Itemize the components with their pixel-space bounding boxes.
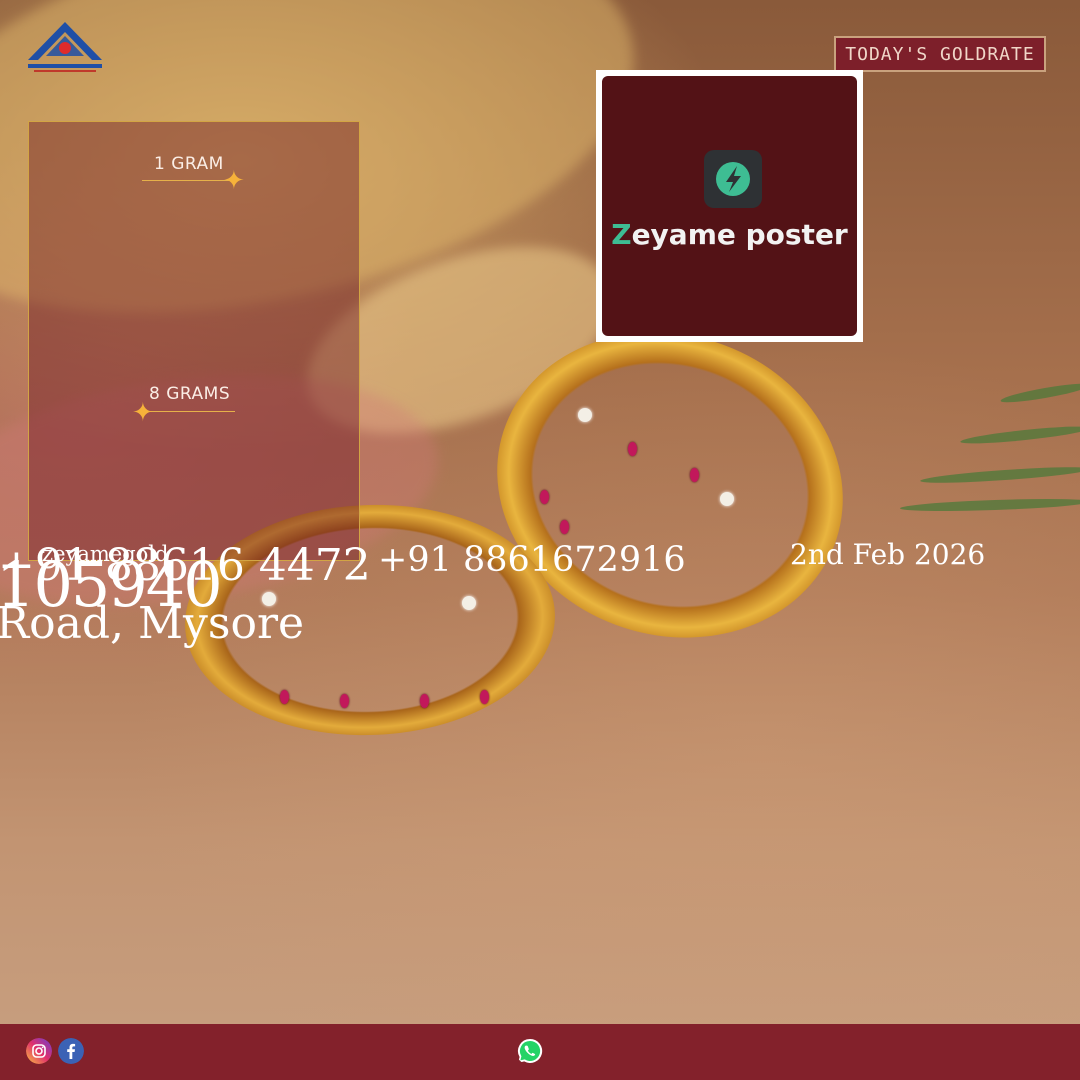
instagram-icon[interactable]: [26, 1038, 52, 1064]
ruby: [540, 490, 549, 504]
sparkle-icon: ✦: [223, 166, 245, 196]
phone-number-2[interactable]: +91 8861672916: [378, 540, 686, 580]
stone: [720, 492, 734, 506]
address-text: Road, Mysore: [0, 598, 305, 649]
ruby: [690, 468, 699, 482]
brand-logo: [28, 22, 102, 72]
brand-name: zeyamegold: [42, 542, 169, 566]
stone: [462, 596, 476, 610]
ruby: [560, 520, 569, 534]
todays-goldrate-badge: TODAY'S GOLDRATE: [834, 36, 1046, 72]
badge-label: TODAY'S GOLDRATE: [845, 43, 1035, 65]
promo-card-inner: Zeyame poster: [602, 76, 857, 336]
ruby: [420, 694, 429, 708]
ruby: [280, 690, 289, 704]
rate-divider: [142, 180, 234, 181]
promo-card[interactable]: Zeyame poster: [596, 70, 863, 342]
rate-label-8-grams: 8 GRAMS: [149, 384, 231, 404]
ruby: [628, 442, 637, 456]
palm-leaf: [919, 464, 1080, 486]
rate-divider: [144, 411, 235, 412]
whatsapp-icon[interactable]: [516, 1037, 544, 1065]
facebook-icon[interactable]: [58, 1038, 84, 1064]
palm-leaf: [959, 423, 1080, 447]
palm-leaf: [999, 380, 1080, 406]
footer-bar: [0, 1024, 1080, 1080]
rate-label-1-gram: 1 GRAM: [154, 154, 224, 174]
ruby: [480, 690, 489, 704]
promo-brand-text: Zeyame poster: [602, 218, 857, 251]
promo-brand-rest: eyame poster: [631, 218, 848, 251]
sparkle-icon: ✦: [132, 398, 154, 428]
rate-date: 2nd Feb 2026: [790, 538, 986, 571]
zeyame-app-icon: [704, 150, 762, 208]
stone: [578, 408, 592, 422]
ruby: [340, 694, 349, 708]
gold-rate-panel: [28, 121, 360, 561]
palm-leaf: [899, 496, 1080, 514]
promo-brand-prefix: Z: [611, 218, 632, 251]
